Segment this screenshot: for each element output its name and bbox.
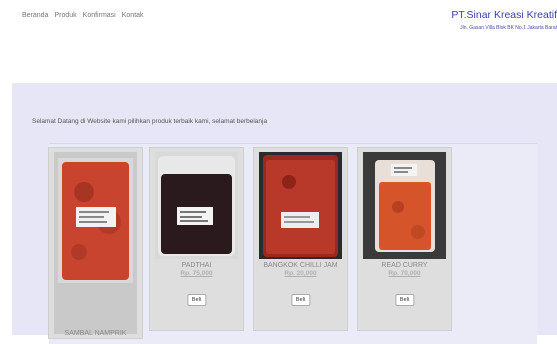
nav-produk[interactable]: Produk bbox=[54, 12, 76, 19]
product-name: PADTHAI bbox=[181, 262, 212, 269]
product-card-bangkok-chilli-jam: BANGKOK CHILLI JAM Rp. 20,000 Beli bbox=[253, 147, 348, 331]
product-price[interactable]: Rp. 20,000 bbox=[254, 270, 347, 277]
product-photo bbox=[54, 152, 137, 334]
nav-kontak[interactable]: Kontak bbox=[122, 12, 144, 19]
nav-konfirmasi[interactable]: Konfirmasi bbox=[83, 12, 116, 19]
company-address: Jln. Gasan Villa Blok BK No.1 Jakarta Ba… bbox=[460, 25, 557, 31]
product-photo bbox=[363, 152, 446, 259]
buy-button[interactable]: Beli bbox=[290, 294, 311, 306]
product-name: READ CURRY bbox=[381, 262, 428, 269]
product-card-read-curry: READ CURRY Rp. 70,000 Beli bbox=[357, 147, 452, 331]
nav-beranda[interactable]: Beranda bbox=[22, 12, 48, 19]
buy-button[interactable]: Beli bbox=[186, 294, 207, 306]
product-price[interactable]: Rp. 75,000 bbox=[150, 270, 243, 277]
welcome-text: Selamat Datang di Website kami pilihkan … bbox=[32, 118, 268, 125]
product-card-padthai: PADTHAI Rp. 75,000 Beli bbox=[149, 147, 244, 331]
product-name: BANGKOK CHILLI JAM bbox=[263, 262, 338, 269]
product-photo bbox=[155, 152, 238, 259]
product-name: SAMBAL NAMPRIK bbox=[64, 330, 127, 337]
product-photo bbox=[259, 152, 342, 259]
product-price[interactable]: Rp. 70,000 bbox=[358, 270, 451, 277]
company-name: PT.Sinar Kreasi Kreatif bbox=[451, 9, 557, 21]
top-nav: Beranda Produk Konfirmasi Kontak bbox=[22, 12, 144, 19]
product-card-sambal-namprik[interactable]: SAMBAL NAMPRIK bbox=[48, 147, 143, 339]
brand-block: PT.Sinar Kreasi Kreatif Jln. Gasan Villa… bbox=[257, 9, 557, 31]
buy-button[interactable]: Beli bbox=[394, 294, 415, 306]
